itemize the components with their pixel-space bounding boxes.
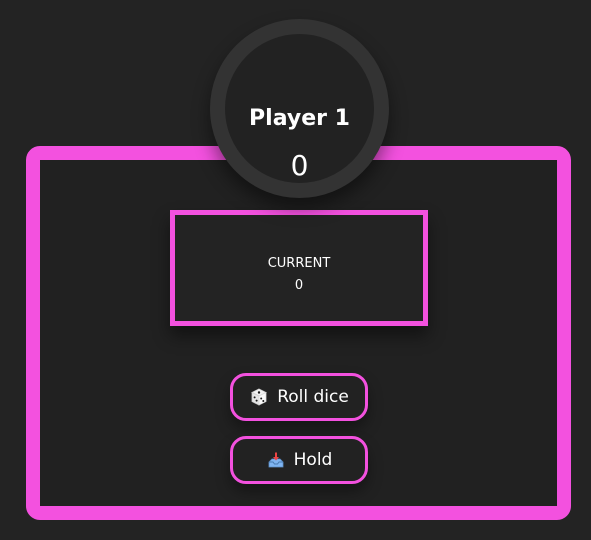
- roll-dice-label: Roll dice: [277, 387, 349, 407]
- inbox-tray-icon: [266, 450, 286, 470]
- current-score-box: CURRENT 0: [170, 210, 428, 326]
- dice-icon: [249, 387, 269, 407]
- hold-button[interactable]: Hold: [230, 436, 368, 484]
- current-score-value: 0: [294, 278, 304, 293]
- current-score-label: CURRENT: [267, 256, 331, 271]
- roll-dice-button[interactable]: Roll dice: [230, 373, 368, 421]
- player-badge: Player 1 0: [210, 19, 389, 198]
- player-score: 0: [290, 149, 309, 182]
- hold-label: Hold: [293, 450, 333, 470]
- player-name: Player 1: [249, 106, 350, 131]
